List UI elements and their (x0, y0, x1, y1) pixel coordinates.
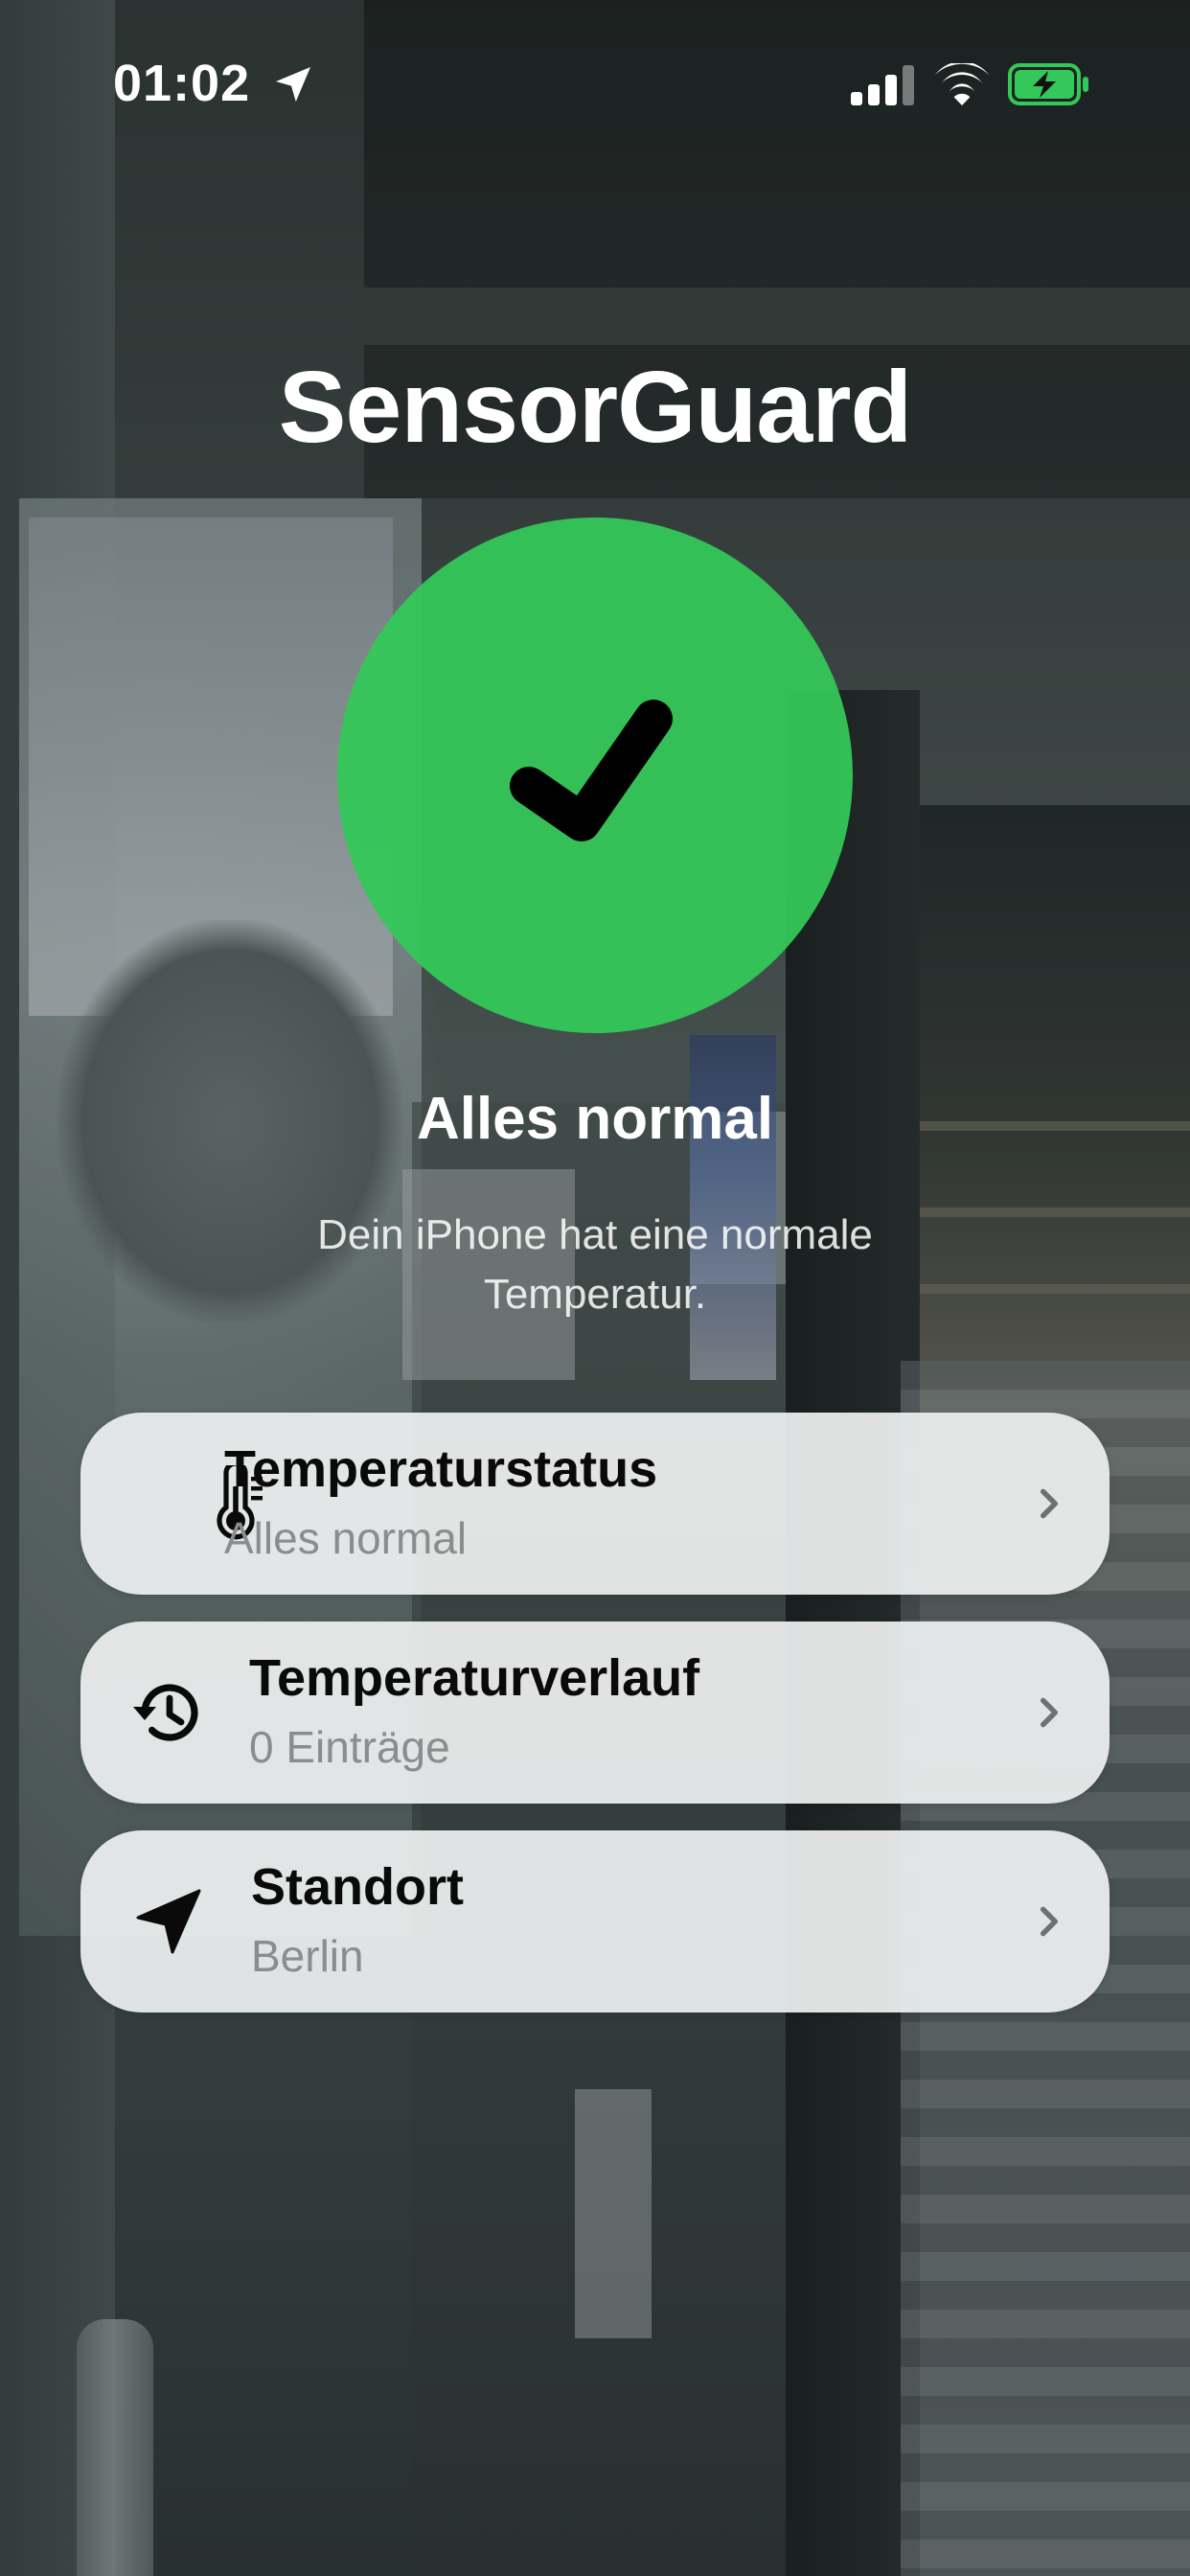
signal-icon (851, 65, 914, 105)
status-description: Dein iPhone hat eine normale Temperatur. (317, 1211, 873, 1318)
status-indicator (337, 518, 853, 1033)
card-subtitle: Berlin (251, 1931, 364, 1981)
chevron-right-icon (1040, 1488, 1059, 1519)
card-subtitle: 0 Einträge (249, 1722, 450, 1772)
card-temperature-history[interactable]: Temperaturverlauf 0 Einträge (80, 1622, 1110, 1804)
location-arrow-icon (276, 67, 310, 102)
status-time: 01:02 (113, 55, 251, 112)
app-screen: 01:02 SensorGuard Alles normal Dein iPho… (0, 0, 1190, 2576)
card-location[interactable]: Standort Berlin (80, 1830, 1110, 2012)
status-heading: Alles normal (416, 1086, 774, 1152)
chevron-right-icon (1040, 1697, 1059, 1728)
checkmark-icon (510, 700, 673, 841)
card-temperature-status[interactable]: Temperaturstatus Alles normal (80, 1413, 1110, 1595)
card-title: Temperaturstatus (224, 1440, 658, 1498)
location-arrow-icon (136, 1889, 201, 1954)
card-title: Standort (251, 1858, 464, 1916)
wifi-icon (934, 63, 990, 105)
card-subtitle: Alles normal (224, 1513, 468, 1563)
card-title: Temperaturverlauf (249, 1649, 700, 1707)
status-bar: 01:02 (0, 0, 1190, 172)
app-title: SensorGuard (278, 351, 913, 464)
chevron-right-icon (1040, 1906, 1059, 1937)
history-icon (133, 1684, 198, 1741)
battery-charging-icon (1008, 63, 1088, 105)
